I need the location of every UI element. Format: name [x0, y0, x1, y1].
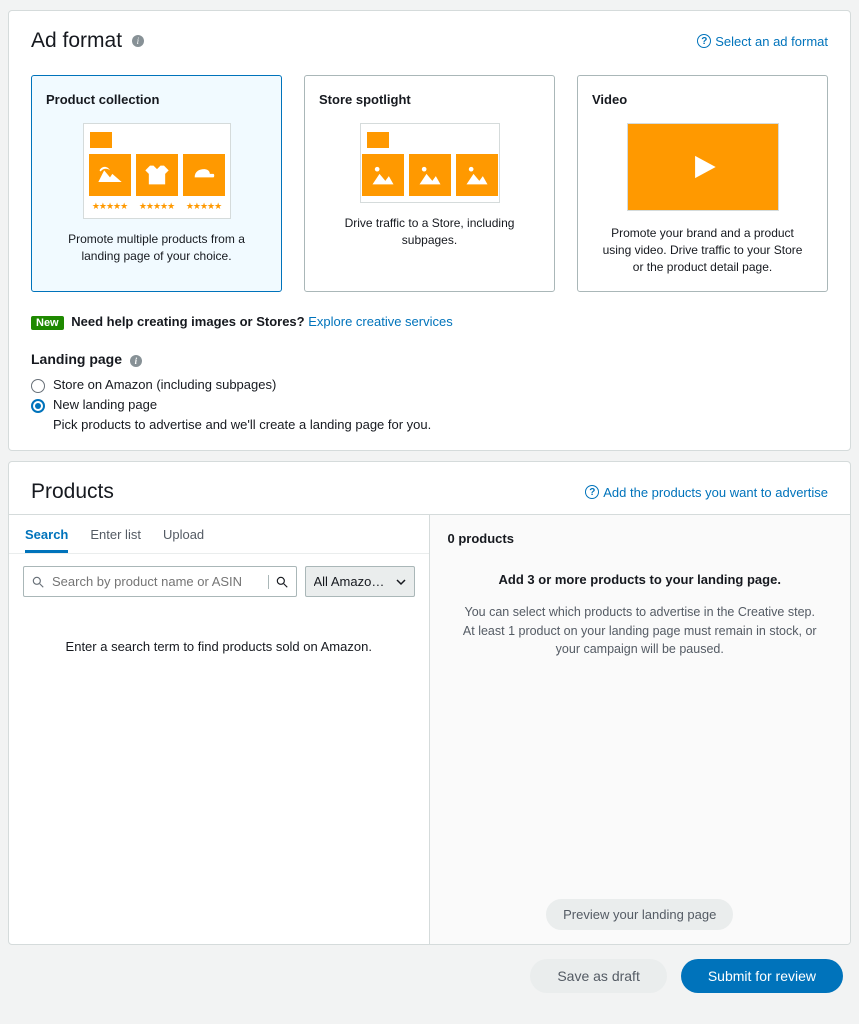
ad-format-help-link[interactable]: ? Select an ad format	[697, 34, 828, 49]
product-tabs: Search Enter list Upload	[9, 515, 429, 554]
ad-format-title: Ad format i	[31, 29, 144, 53]
products-panel: Products ? Add the products you want to …	[8, 461, 851, 945]
card-product-collection[interactable]: Product collection ★★★★★★★★★★★★★★★ Promo…	[31, 75, 282, 292]
card-desc: Promote your brand and a product using v…	[592, 225, 813, 275]
chevron-down-icon	[396, 577, 406, 587]
video-thumb	[627, 123, 779, 211]
radio-label: Store on Amazon (including subpages)	[53, 377, 276, 392]
creative-services-banner: New Need help creating images or Stores?…	[31, 314, 828, 329]
products-lead: Add 3 or more products to your landing p…	[460, 572, 821, 587]
products-split: Search Enter list Upload All Amazon p…	[9, 514, 850, 944]
products-help-link[interactable]: ? Add the products you want to advertise	[585, 485, 828, 500]
card-video[interactable]: Video Promote your brand and a product u…	[577, 75, 828, 292]
banner-text: Need help creating images or Stores?	[71, 314, 304, 329]
product-collection-thumb: ★★★★★★★★★★★★★★★	[83, 123, 231, 219]
help-icon: ?	[697, 34, 711, 48]
card-title: Store spotlight	[319, 92, 540, 107]
radio-new-landing-page[interactable]: New landing page	[31, 397, 828, 413]
preview-landing-page-button[interactable]: Preview your landing page	[546, 899, 733, 930]
tab-search[interactable]: Search	[25, 527, 68, 553]
card-desc: Promote multiple products from a landing…	[46, 231, 267, 265]
radio-sub-text: Pick products to advertise and we'll cre…	[53, 417, 828, 432]
landing-page-options: Store on Amazon (including subpages) New…	[31, 377, 828, 432]
products-right: 0 products Add 3 or more products to you…	[430, 515, 851, 944]
submit-for-review-button[interactable]: Submit for review	[681, 959, 843, 993]
ad-format-header: Ad format i ? Select an ad format	[31, 29, 828, 53]
search-go-button[interactable]	[268, 575, 296, 589]
search-icon	[24, 575, 52, 589]
card-desc: Drive traffic to a Store, including subp…	[319, 215, 540, 249]
radio-icon	[31, 399, 45, 413]
marketplace-dropdown[interactable]: All Amazon p…	[305, 566, 415, 597]
search-input[interactable]	[52, 567, 268, 596]
products-left: Search Enter list Upload All Amazon p…	[9, 515, 430, 944]
dropdown-label: All Amazon p…	[314, 574, 392, 589]
search-row: All Amazon p…	[9, 554, 429, 609]
products-count: 0 products	[430, 515, 851, 548]
products-title: Products	[31, 480, 114, 504]
radio-label: New landing page	[53, 397, 157, 412]
info-icon[interactable]: i	[132, 35, 144, 47]
radio-icon	[31, 379, 45, 393]
search-hint: Enter a search term to find products sol…	[9, 609, 429, 684]
products-para: You can select which products to adverti…	[460, 603, 821, 657]
card-title: Product collection	[46, 92, 267, 107]
ad-format-cards: Product collection ★★★★★★★★★★★★★★★ Promo…	[31, 75, 828, 292]
products-header: Products ? Add the products you want to …	[9, 462, 850, 514]
card-store-spotlight[interactable]: Store spotlight Drive traffic to a Store…	[304, 75, 555, 292]
search-input-wrap	[23, 566, 297, 597]
tab-upload[interactable]: Upload	[163, 527, 204, 553]
products-right-foot: Preview your landing page	[430, 885, 851, 944]
products-right-body: Add 3 or more products to your landing p…	[430, 548, 851, 885]
landing-page-title: Landing page i	[31, 351, 828, 367]
help-icon: ?	[585, 485, 599, 499]
save-draft-button[interactable]: Save as draft	[530, 959, 667, 993]
info-icon[interactable]: i	[130, 355, 142, 367]
page-footer: Save as draft Submit for review	[8, 945, 851, 993]
explore-creative-services-link[interactable]: Explore creative services	[308, 314, 453, 329]
new-badge: New	[31, 316, 64, 330]
radio-store-on-amazon[interactable]: Store on Amazon (including subpages)	[31, 377, 828, 393]
tab-enter-list[interactable]: Enter list	[90, 527, 141, 553]
ad-format-panel: Ad format i ? Select an ad format Produc…	[8, 10, 851, 451]
store-spotlight-thumb	[360, 123, 500, 203]
card-title: Video	[592, 92, 813, 107]
